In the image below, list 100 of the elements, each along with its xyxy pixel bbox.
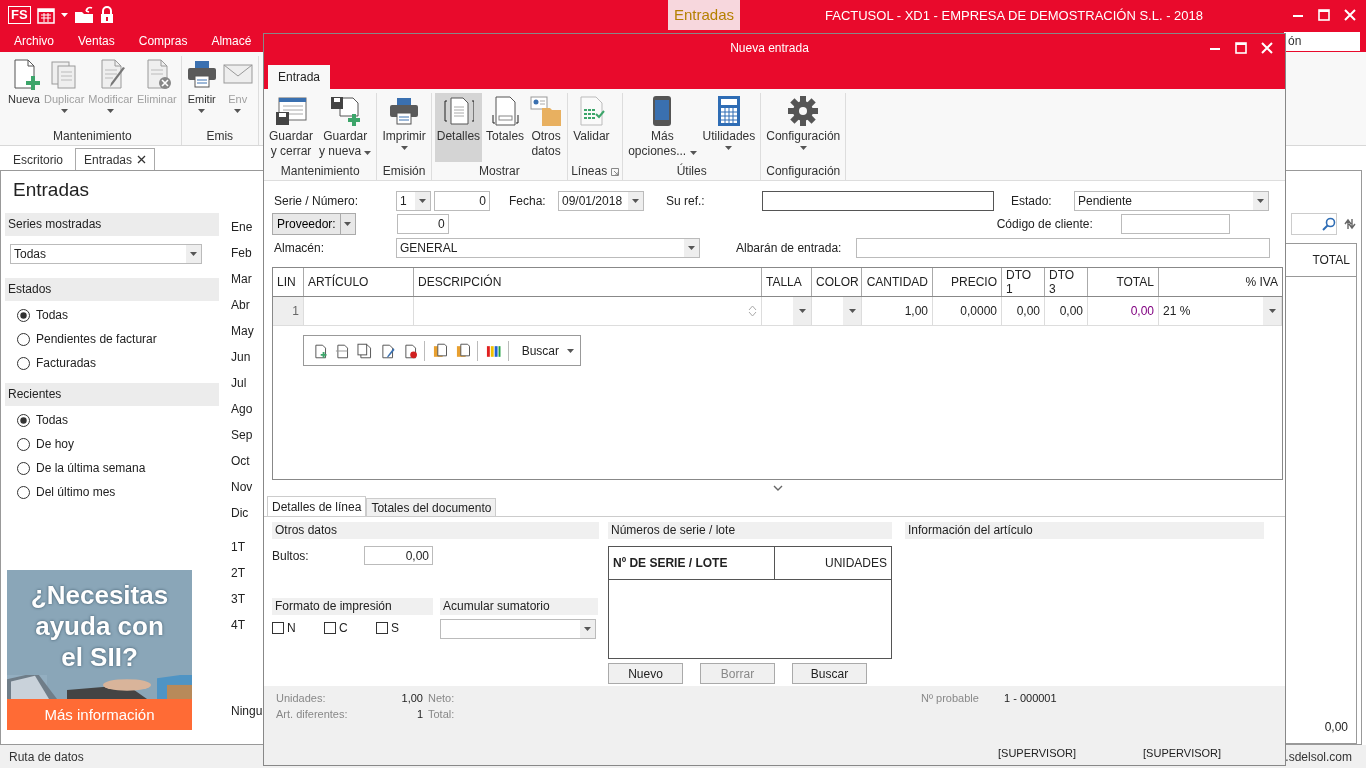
radio-option[interactable]: De la última semana (5, 456, 152, 480)
column-header[interactable]: DTO 3 (1045, 268, 1088, 296)
lock-icon[interactable] (99, 6, 114, 24)
month-item[interactable]: Nov (219, 480, 267, 506)
column-header[interactable]: TALLA (762, 268, 812, 296)
ribbon-tab[interactable]: Entrada (268, 65, 331, 89)
column-header[interactable]: TOTAL (1312, 253, 1350, 267)
warehouse-dropdown[interactable]: GENERAL (396, 238, 700, 258)
column-header[interactable]: PRECIO (933, 268, 1002, 296)
series-dropdown[interactable]: Todas (10, 244, 202, 264)
table-cell[interactable]: 0,0000 (933, 297, 1002, 325)
menu-item[interactable]: Almacé (211, 34, 252, 48)
search-field[interactable] (1291, 213, 1337, 235)
radio-option[interactable]: Pendientes de facturar (5, 327, 163, 351)
reference-field[interactable] (762, 191, 994, 211)
ribbon-button[interactable]: Más opciones... (626, 93, 699, 162)
radio-option[interactable]: Facturadas (5, 351, 103, 375)
launcher-icon[interactable] (611, 167, 620, 176)
paste-icon[interactable] (454, 342, 471, 359)
action-button[interactable]: Buscar (792, 663, 867, 684)
receipt-field[interactable] (856, 238, 1270, 258)
close-icon[interactable] (137, 155, 147, 164)
quarter-item[interactable]: 2T (219, 566, 267, 592)
quarter-item[interactable]: 4T (219, 618, 267, 644)
column-header[interactable]: UNIDADES (775, 547, 891, 579)
ribbon-button[interactable]: Detalles (434, 93, 483, 162)
search-icon[interactable] (1322, 217, 1336, 231)
month-item[interactable]: Mar (219, 272, 267, 298)
radio-option[interactable]: Todas (5, 303, 75, 327)
month-item[interactable]: Dic (219, 506, 267, 532)
supplier-button[interactable]: Proveedor: (272, 213, 356, 235)
packages-field[interactable]: 0,00 (364, 546, 433, 565)
table-cell[interactable]: 1,00 (862, 297, 933, 325)
column-header[interactable]: COLOR (812, 268, 862, 296)
column-header[interactable]: DTO 1 (1002, 268, 1045, 296)
radio-option[interactable]: De hoy (5, 432, 81, 456)
table-cell[interactable]: 0,00 (1045, 297, 1088, 325)
checkbox[interactable]: N (272, 621, 324, 635)
quarter-item[interactable]: 1T (219, 540, 267, 566)
document-tab[interactable]: Escritorio (4, 148, 72, 170)
vat-dropdown[interactable]: 21 % (1159, 297, 1282, 325)
ribbon-button[interactable]: Otros datos (528, 93, 565, 162)
number-field[interactable]: 0 (434, 191, 490, 211)
menu-item[interactable]: Archivo (14, 34, 54, 48)
month-item[interactable]: Oct (219, 454, 267, 480)
copy-line-icon[interactable] (356, 342, 373, 359)
add-line-icon[interactable] (312, 342, 328, 359)
ribbon-button[interactable]: Validar (571, 93, 612, 162)
column-header[interactable]: ARTÍCULO (304, 268, 414, 296)
ribbon-button[interactable]: Nueva (7, 56, 41, 127)
ribbon-button[interactable]: Utilidades (700, 93, 758, 162)
action-button[interactable]: Nuevo (608, 663, 683, 684)
ribbon-button[interactable]: Configuración (764, 93, 843, 162)
ribbon-button[interactable]: Guardar y cerrar (267, 93, 316, 162)
month-item[interactable]: Sep (219, 428, 267, 454)
checkbox[interactable]: C (324, 621, 376, 635)
paste-icon[interactable] (432, 342, 448, 359)
chevron-down-icon[interactable] (772, 485, 783, 491)
column-header[interactable]: CANTIDAD (862, 268, 933, 296)
client-code-field[interactable] (1120, 214, 1230, 234)
radio-option[interactable]: Todas (5, 408, 75, 432)
calendar-icon[interactable] (36, 6, 55, 24)
ribbon-button[interactable]: Emitir (184, 56, 219, 127)
month-item[interactable]: Abr (219, 298, 267, 324)
quarter-item[interactable]: 3T (219, 592, 267, 618)
ribbon-button[interactable]: Guardar y nueva (317, 93, 374, 162)
month-item[interactable]: Jun (219, 350, 267, 376)
checkbox[interactable]: S (376, 621, 428, 635)
ribbon-button[interactable]: Totales (484, 93, 527, 162)
series-dropdown[interactable]: 1 (396, 191, 431, 211)
column-header[interactable]: % IVA (1159, 268, 1282, 296)
column-header[interactable]: DESCRIPCIÓN (414, 268, 762, 296)
document-tab[interactable]: Entradas (75, 148, 156, 170)
refresh-icon[interactable] (1343, 217, 1357, 231)
column-header[interactable]: Nº DE SERIE / LOTE (609, 547, 775, 579)
ribbon-button[interactable]: Imprimir (380, 93, 428, 162)
detail-tab[interactable]: Detalles de línea (267, 496, 367, 516)
menu-item[interactable]: Compras (138, 34, 188, 48)
search-field[interactable]: ón (1284, 31, 1360, 51)
month-item[interactable]: Ago (219, 402, 267, 428)
column-header[interactable]: TOTAL (1088, 268, 1159, 296)
month-item[interactable]: Feb (219, 246, 267, 272)
period-item[interactable]: Ningu (219, 704, 267, 744)
status-dropdown[interactable]: Pendiente (1074, 191, 1269, 211)
app-logo[interactable]: FS (8, 6, 31, 24)
menu-item[interactable]: Ventas (78, 34, 115, 48)
table-cell[interactable]: 0,00 (1002, 297, 1045, 325)
date-picker[interactable]: 09/01/2018 (558, 191, 644, 211)
month-item[interactable]: Jul (219, 376, 267, 402)
detail-tab[interactable]: Totales del documento (366, 498, 497, 516)
caret-icon[interactable] (60, 13, 68, 17)
supplier-field[interactable]: 0 (396, 214, 449, 234)
folder-icon[interactable] (73, 6, 94, 24)
column-header[interactable]: LIN (273, 268, 304, 296)
insert-line-icon[interactable] (334, 342, 350, 359)
search-menu-button[interactable]: Buscar (515, 342, 580, 359)
radio-option[interactable]: Del último mes (5, 480, 122, 504)
month-item[interactable]: Ene (219, 220, 267, 246)
edit-line-icon[interactable] (379, 342, 395, 359)
month-item[interactable]: May (219, 324, 267, 350)
